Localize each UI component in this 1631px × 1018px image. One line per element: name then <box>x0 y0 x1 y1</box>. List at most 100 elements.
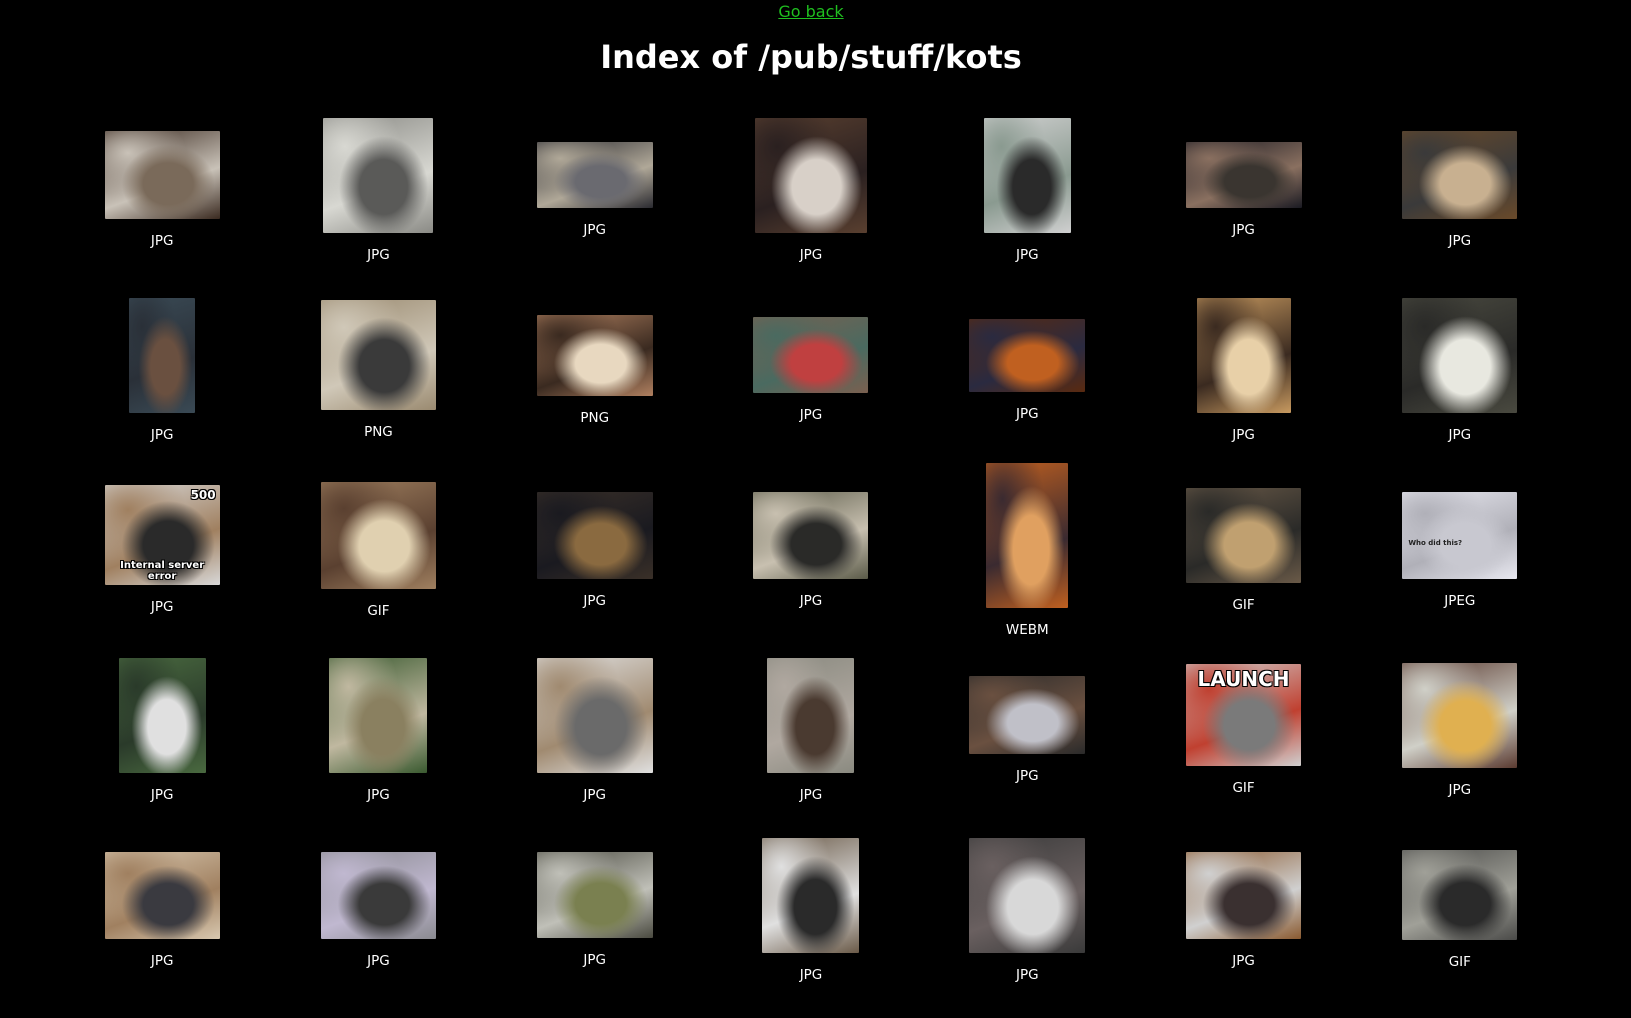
file-item: JPG <box>703 640 919 820</box>
cat-on-street-photo[interactable] <box>536 852 653 938</box>
file-item: 500 Internal server error JPG <box>54 460 270 640</box>
file-type-label: JPG <box>583 592 606 609</box>
cat-server-meme[interactable]: 500 Internal server error <box>104 485 220 585</box>
cat-on-keyboard-photo[interactable] <box>536 142 653 208</box>
cats-peeking-from-box-photo[interactable] <box>536 314 653 396</box>
tabby-cat-gif[interactable] <box>1186 487 1302 583</box>
file-item: JPG <box>703 100 919 280</box>
file-item: JPG <box>919 280 1135 460</box>
file-type-label: GIF <box>1232 596 1255 613</box>
file-item: Who did this? JPEG <box>1352 460 1568 640</box>
file-grid: JPG JPG JPG JPG JPG JPG JPG JPG PNG PNG JPG JPG JPG J… <box>54 100 1568 1000</box>
white-cat-window-photo[interactable] <box>118 657 206 773</box>
file-item: JPG <box>487 820 703 1000</box>
file-type-label: JPG <box>583 786 606 803</box>
cat-thumbs-up-photo[interactable] <box>536 657 653 773</box>
file-item: JPG <box>919 100 1135 280</box>
file-type-label: JPG <box>583 952 606 968</box>
file-type-label: JPG <box>1232 426 1255 443</box>
file-item: JPG <box>703 460 919 640</box>
cat-with-pancakes-photo[interactable] <box>1402 662 1518 768</box>
file-grid-row: JPG JPG JPG JPG JPG LAUNCH GIF JPG <box>54 640 1568 820</box>
cat-on-floor-photo[interactable] <box>1186 851 1302 939</box>
file-type-label: JPG <box>367 952 390 969</box>
kittens-in-basket-photo[interactable] <box>762 837 860 953</box>
file-item: JPG <box>54 640 270 820</box>
file-item: GIF <box>1352 820 1568 1000</box>
file-grid-row: JPG JPG JPG JPG JPG JPG GIF <box>54 820 1568 1000</box>
file-type-label: JPEG <box>1444 592 1476 609</box>
file-type-label: JPG <box>1015 768 1039 784</box>
file-item: PNG <box>270 280 486 460</box>
snow-cat-photo[interactable]: Who did this? <box>1402 491 1518 579</box>
file-type-label: JPG <box>150 599 174 615</box>
cat-under-blanket-photo[interactable] <box>753 317 869 393</box>
file-item: JPG <box>703 280 919 460</box>
cat-in-box-photo[interactable] <box>129 297 196 413</box>
cat-on-keyboard-closeup-photo[interactable] <box>969 837 1086 953</box>
file-type-label: JPG <box>799 592 823 609</box>
cat-in-tree-photo[interactable] <box>329 657 428 773</box>
file-item: WEBM <box>919 460 1135 640</box>
cat-at-desk-photo[interactable] <box>104 131 220 219</box>
fantasy-art-image[interactable] <box>969 318 1086 392</box>
file-item: GIF <box>1135 460 1351 640</box>
thumb-caption-top: LAUNCH <box>1197 667 1290 691</box>
file-type-label: JPG <box>367 246 390 263</box>
file-item: JPG <box>54 100 270 280</box>
file-item: JPG <box>487 100 703 280</box>
calico-cat-on-logs-photo[interactable] <box>754 117 867 233</box>
cat-on-bed-computer-photo[interactable] <box>320 851 436 939</box>
cat-in-basket-photo[interactable] <box>753 491 869 579</box>
file-item: JPG <box>270 820 486 1000</box>
file-item: JPG <box>1352 100 1568 280</box>
file-grid-row: JPG JPG JPG JPG JPG JPG JPG <box>54 100 1568 280</box>
file-item: JPG <box>1135 280 1351 460</box>
file-type-label: GIF <box>1448 954 1471 970</box>
file-type-label: JPG <box>1448 426 1472 443</box>
back-link-container: Go back <box>0 2 1622 21</box>
file-type-label: GIF <box>367 602 390 619</box>
file-item: JPG <box>54 280 270 460</box>
file-item: JPG <box>703 820 919 1000</box>
file-item: JPG <box>1352 280 1568 460</box>
go-back-link[interactable]: Go back <box>778 2 843 21</box>
cats-playing-gif[interactable] <box>320 481 436 589</box>
file-item: GIF <box>270 460 486 640</box>
cat-in-alley-photo[interactable] <box>767 657 855 773</box>
grey-cat-lying-photo[interactable] <box>323 117 434 233</box>
cat-on-computer-tower-photo[interactable] <box>1402 131 1518 219</box>
file-type-label: JPG <box>1448 233 1472 249</box>
file-item: JPG <box>54 820 270 1000</box>
file-item: JPG <box>270 100 486 280</box>
file-type-label: JPG <box>1015 966 1039 983</box>
cat-closeup-photo[interactable] <box>1196 297 1291 413</box>
cat-on-keyboard-dark-photo[interactable] <box>1185 142 1302 208</box>
file-type-label: JPG <box>150 952 174 969</box>
file-type-label: JPG <box>799 786 823 803</box>
cats-in-box-pile-photo[interactable] <box>320 300 436 410</box>
file-type-label: GIF <box>1232 780 1255 796</box>
file-item: LAUNCH GIF <box>1135 640 1351 820</box>
cat-on-laptop-photo[interactable] <box>104 851 220 939</box>
file-type-label: JPG <box>799 966 823 983</box>
cat-on-laptop-desk-photo[interactable] <box>536 491 653 579</box>
file-type-label: JPG <box>1232 952 1255 969</box>
cat-launch-button-gif[interactable]: LAUNCH <box>1186 664 1302 766</box>
black-white-cat-photo[interactable] <box>983 117 1071 233</box>
cat-with-macbook-photo[interactable] <box>969 676 1086 754</box>
file-item: JPG <box>487 640 703 820</box>
file-item: JPG <box>919 820 1135 1000</box>
file-type-label: JPG <box>150 233 174 249</box>
file-type-label: JPG <box>1015 405 1039 422</box>
file-type-label: WEBM <box>1005 621 1049 638</box>
thumb-caption-text: Who did this? <box>1408 539 1463 548</box>
cat-paw-video[interactable] <box>986 462 1069 608</box>
thumb-caption-bottom: Internal server error <box>120 560 205 582</box>
file-item: JPG <box>1135 100 1351 280</box>
cat-with-mask-photo[interactable] <box>1402 297 1518 413</box>
cat-in-store-gif[interactable] <box>1402 850 1518 940</box>
file-type-label: JPG <box>799 407 823 423</box>
file-item: JPG <box>1135 820 1351 1000</box>
file-grid-row: JPG PNG PNG JPG JPG JPG JPG <box>54 280 1568 460</box>
